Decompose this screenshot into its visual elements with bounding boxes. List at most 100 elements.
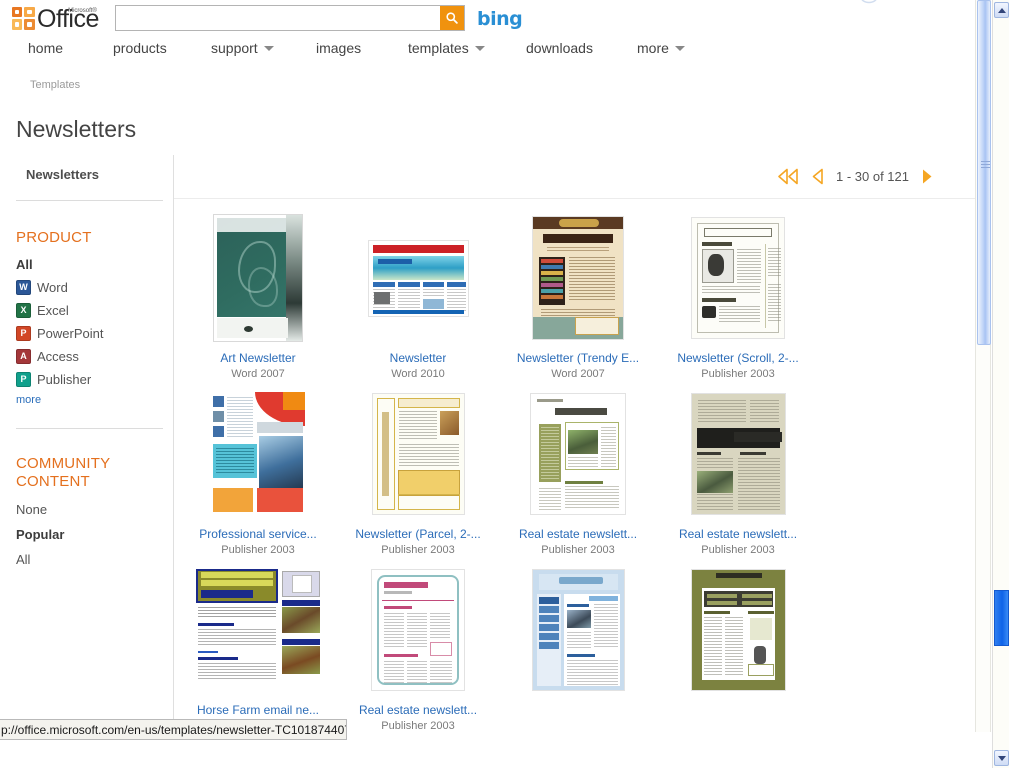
template-product: Word 2007 — [551, 368, 605, 380]
nav-item-templates[interactable]: templates — [408, 40, 485, 56]
template-title[interactable]: Newsletter — [390, 351, 447, 365]
nav-item-home[interactable]: home — [28, 40, 63, 56]
search-button[interactable] — [440, 6, 464, 30]
breadcrumb-item-templates[interactable]: Templates — [30, 79, 80, 91]
sidebar-item-access[interactable]: A Access — [16, 345, 163, 368]
scroll-down-button[interactable] — [994, 750, 1009, 766]
template-thumbnail-wrap — [371, 389, 465, 519]
template-title[interactable]: Professional service... — [199, 527, 316, 541]
nav-label: more — [637, 40, 669, 56]
results-panel: 1 - 30 of 121 Art Newsletter Word 2007 N… — [173, 155, 975, 732]
search-box[interactable] — [115, 5, 465, 31]
nav-label: home — [28, 40, 64, 56]
template-card[interactable]: Newsletter Word 2010 — [338, 213, 498, 381]
sidebar-item-all-community[interactable]: All — [16, 547, 163, 572]
sidebar-item-powerpoint[interactable]: P PowerPoint — [16, 322, 163, 345]
first-page-icon[interactable] — [778, 168, 800, 185]
powerpoint-icon: P — [16, 326, 31, 341]
template-title[interactable]: Newsletter (Parcel, 2-... — [355, 527, 480, 541]
template-title[interactable]: Art Newsletter — [220, 351, 295, 365]
previous-page-icon[interactable] — [812, 168, 824, 185]
pagination-range-label: 1 - 30 of 121 — [836, 169, 909, 184]
browser-window: Office Microsoft® bing home products sup… — [0, 0, 1024, 768]
office-logo-superscript: Microsoft® — [68, 8, 97, 14]
sidebar-item-none[interactable]: None — [16, 497, 163, 522]
template-thumbnail-wrap — [371, 565, 465, 695]
template-card[interactable]: Newsletter (Trendy E... Word 2007 — [498, 213, 658, 381]
template-card[interactable]: Real estate newslett... Publisher 2003 — [658, 389, 818, 557]
template-card[interactable] — [658, 565, 818, 732]
template-product: Publisher 2003 — [381, 720, 455, 732]
office-logo[interactable]: Office Microsoft® — [12, 3, 99, 32]
sidebar-current-category[interactable]: Newsletters — [16, 161, 163, 188]
word-icon: W — [16, 280, 31, 295]
outer-vertical-scrollbar[interactable] — [992, 0, 1009, 768]
nav-label: images — [316, 40, 362, 56]
bing-logo[interactable]: bing — [477, 8, 523, 30]
template-thumbnail-wrap — [691, 213, 785, 343]
nav-item-products[interactable]: products — [113, 40, 167, 56]
sidebar: Newsletters PRODUCT All W Word X Excel P — [0, 155, 173, 732]
template-thumbnail — [213, 214, 303, 342]
template-thumbnail — [690, 393, 786, 515]
sidebar-item-publisher[interactable]: P Publisher — [16, 368, 163, 391]
template-title[interactable]: Real estate newslett... — [359, 703, 477, 717]
template-card[interactable]: Real estate newslett... Publisher 2003 — [498, 389, 658, 557]
sidebar-heading-community-content: COMMUNITY CONTENT — [16, 455, 111, 490]
chevron-down-icon — [263, 45, 274, 51]
template-thumbnail-wrap — [196, 565, 320, 695]
template-card[interactable]: Real estate newslett... Publisher 2003 — [338, 565, 498, 732]
template-title[interactable]: Real estate newslett... — [679, 527, 797, 541]
sidebar-item-excel[interactable]: X Excel — [16, 299, 163, 322]
template-thumbnail — [691, 217, 785, 339]
nav-item-more[interactable]: more — [637, 40, 685, 56]
sidebar-item-popular[interactable]: Popular — [16, 522, 163, 547]
inner-scrollbar-thumb[interactable] — [977, 0, 991, 345]
sidebar-product-more-link[interactable]: more — [16, 391, 163, 406]
status-bar: p://office.microsoft.com/en-us/templates… — [0, 719, 347, 740]
template-thumbnail — [532, 216, 624, 340]
template-thumbnail-wrap — [690, 565, 786, 695]
search-input[interactable] — [116, 6, 440, 30]
sidebar-divider — [16, 428, 163, 429]
office-logo-mark — [12, 7, 36, 31]
nav-item-downloads[interactable]: downloads — [526, 40, 593, 56]
template-card[interactable]: Newsletter (Scroll, 2-... Publisher 2003 — [658, 213, 818, 381]
template-title[interactable]: Newsletter (Scroll, 2-... — [677, 351, 798, 365]
sidebar-item-word[interactable]: W Word — [16, 276, 163, 299]
template-title[interactable]: Newsletter (Trendy E... — [517, 351, 639, 365]
sidebar-item-all-products[interactable]: All — [16, 253, 163, 276]
inner-vertical-scrollbar[interactable] — [975, 0, 991, 732]
template-title[interactable]: Real estate newslett... — [519, 527, 637, 541]
window-edge — [1009, 0, 1024, 768]
template-card[interactable]: Horse Farm email ne... Publisher 2007 — [178, 565, 338, 732]
template-card[interactable]: Art Newsletter Word 2007 — [178, 213, 338, 381]
template-product: Word 2007 — [231, 368, 285, 380]
template-card[interactable]: Professional service... Publisher 2003 — [178, 389, 338, 557]
template-thumbnail — [371, 393, 465, 515]
template-thumbnail-wrap — [530, 389, 626, 519]
template-title[interactable]: Horse Farm email ne... — [197, 703, 319, 717]
scroll-up-button[interactable] — [994, 2, 1009, 18]
sidebar-item-label: Publisher — [37, 372, 92, 387]
sidebar-item-label: All — [16, 552, 31, 567]
template-card[interactable]: Newsletter (Parcel, 2-... Publisher 2003 — [338, 389, 498, 557]
sidebar-item-label: PowerPoint — [37, 326, 104, 341]
template-thumbnail — [196, 569, 320, 691]
sidebar-item-label: All — [16, 257, 33, 272]
next-page-icon[interactable] — [921, 168, 933, 185]
chevron-down-icon — [474, 45, 485, 51]
breadcrumb: Templates — [0, 74, 975, 102]
template-product: Publisher 2003 — [381, 544, 455, 556]
nav-label: downloads — [526, 40, 593, 56]
template-thumbnail-wrap — [213, 213, 303, 343]
sidebar-item-label: Access — [37, 349, 79, 364]
page-viewport: Office Microsoft® bing home products sup… — [0, 0, 975, 732]
nav-item-images[interactable]: images — [316, 40, 361, 56]
chevron-up-icon — [997, 7, 1006, 13]
template-card[interactable] — [498, 565, 658, 732]
outer-scrollbar-thumb[interactable] — [994, 590, 1009, 646]
nav-label: products — [113, 40, 167, 56]
nav-item-support[interactable]: support — [211, 40, 274, 56]
template-product: Publisher 2003 — [221, 544, 295, 556]
